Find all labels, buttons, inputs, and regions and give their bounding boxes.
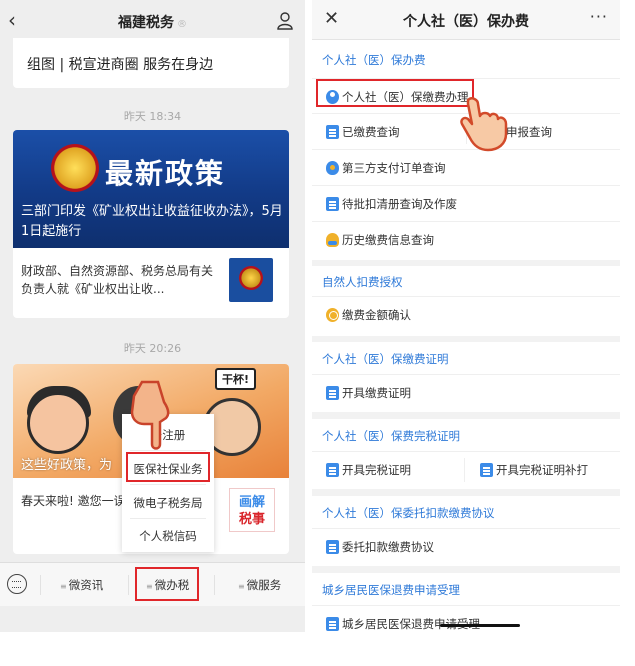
national-emblem-icon (51, 144, 99, 192)
page-right-margin (620, 0, 635, 666)
document-icon (326, 125, 339, 139)
user-profile-icon[interactable] (277, 12, 293, 30)
document-icon (326, 617, 339, 631)
page-header: ✕ 个人社（医）保办费 ··· (312, 0, 620, 40)
highlight-box (316, 79, 474, 107)
article-thumbnail: 画解 税事 (229, 488, 275, 532)
tab-label: 微资讯 (68, 578, 104, 592)
shield-icon (326, 161, 339, 175)
menu-item-micro-e-tax-bureau[interactable]: 微电子税务局 (122, 495, 214, 511)
article-card-policy[interactable]: 最新政策 三部门印发《矿业权出让收益征收办法》，5月1日起施行 财政部、自然资源… (13, 130, 289, 318)
tab-label: 微服务 (246, 578, 282, 592)
policy-banner: 最新政策 三部门印发《矿业权出让收益征收办法》，5月1日起施行 (13, 130, 289, 248)
menu-dots-icon: ≡ (238, 582, 245, 591)
list-item-history-query[interactable]: 历史缴费信息查询 (312, 222, 620, 258)
tab-divider (214, 575, 215, 595)
section-title: 自然人扣费授权 (322, 275, 403, 289)
document-icon (326, 197, 339, 211)
tab-divider (40, 575, 41, 595)
list-item-pending-batch-query[interactable]: 待批扣清册查询及作废 (312, 186, 620, 222)
item-label: 开具缴费证明 (342, 386, 411, 400)
bottom-spacer (0, 606, 305, 632)
page-title: 个人社（医）保办费 (403, 14, 529, 30)
pointing-hand-icon (460, 97, 508, 152)
pointing-hand-icon (130, 380, 170, 450)
list-item-amount-confirm[interactable]: 缴费金额确认 (312, 296, 620, 332)
section-title: 个人社（医）保费完税证明 (322, 429, 460, 443)
tab-divider (128, 575, 129, 595)
article-summary: 春天来啦! 邀您一误 (21, 494, 126, 508)
list-item-refund-application[interactable]: 城乡居民医保退费申请受理 (312, 605, 620, 632)
list-item-tax-certificate[interactable]: 开具完税证明 (342, 462, 411, 478)
list-item-tax-certificate-reprint[interactable]: 开具完税证明补打 (496, 462, 588, 478)
document-icon (326, 463, 339, 477)
document-icon (480, 463, 493, 477)
section-panel: 个人社（医）保缴费证明 开具缴费证明 (312, 342, 620, 412)
coin-icon (326, 308, 339, 322)
list-item-entrusted-deduction[interactable]: 委托扣款缴费协议 (312, 528, 620, 564)
section-title: 个人社（医）保委托扣款缴费协议 (322, 506, 495, 520)
section-panel: 个人社（医）保费完税证明 开具完税证明 开具完税证明补打 (312, 419, 620, 489)
speech-bubble: 干杯! (215, 368, 257, 390)
intro-text: 组图 | 税宣进商圈 服务在身边 (27, 57, 214, 73)
highlight-box (135, 567, 199, 601)
chat-title-text: 福建税务 (118, 15, 174, 31)
item-label: 委托扣款缴费协议 (342, 540, 434, 554)
cartoon-figure (27, 392, 89, 454)
section-title: 个人社（医）保办费 (322, 53, 426, 67)
section-title: 城乡居民医保退费申请受理 (322, 583, 460, 597)
timestamp: 昨天 20:26 (123, 342, 182, 355)
scroll-indicator (440, 624, 520, 627)
highlight-box (126, 452, 210, 482)
menu-divider (130, 484, 206, 485)
hand-coin-icon (326, 233, 339, 247)
list-item-payment-certificate[interactable]: 开具缴费证明 (312, 374, 620, 410)
thumb-text: 画解 (238, 495, 265, 510)
timestamp: 昨天 18:34 (123, 110, 182, 123)
registered-mark: ® (177, 19, 187, 30)
more-options-icon[interactable]: ··· (590, 7, 608, 26)
document-icon (326, 540, 339, 554)
tab-services[interactable]: ≡ 微服务 (238, 577, 281, 593)
menu-divider (130, 518, 206, 519)
menu-dots-icon: ≡ (60, 582, 67, 591)
chat-title: 福建税务 ® (0, 12, 305, 32)
list-item-paid-query[interactable]: 已缴费查询 (342, 124, 400, 140)
section-title: 个人社（医）保缴费证明 (322, 352, 449, 366)
article-summary: 财政部、自然资源部、税务总局有关负责人就《矿业权出让收... (21, 264, 214, 296)
section-panel: 个人社（医）保委托扣款缴费协议 委托扣款缴费协议 (312, 496, 620, 566)
list-item-third-party-order-query[interactable]: 第三方支付订单查询 (312, 150, 620, 186)
thumb-text: 税事 (238, 512, 265, 527)
column-divider (464, 458, 465, 482)
document-icon (326, 386, 339, 400)
item-label: 缴费金额确认 (342, 308, 411, 322)
item-label: 第三方支付订单查询 (342, 161, 446, 175)
banner-caption: 这些好政策，为 (21, 458, 113, 473)
banner-title: 最新政策 (105, 157, 226, 190)
left-phone-screen: ‹ 福建税务 ® 组图 | 税宣进商圈 服务在身边 昨天 18:34 最新政策 三… (0, 0, 305, 632)
keyboard-toggle-icon[interactable] (7, 574, 27, 594)
tab-news[interactable]: ≡ 微资讯 (60, 577, 103, 593)
banner-caption: 三部门印发《矿业权出让收益征收办法》，5月1日起施行 (21, 204, 283, 239)
intro-card[interactable]: 组图 | 税宣进商圈 服务在身边 (13, 38, 289, 88)
page-bottom-margin (0, 632, 635, 666)
item-label: 历史缴费信息查询 (342, 233, 434, 247)
section-panel: 自然人扣费授权 缴费金额确认 (312, 266, 620, 336)
article-thumbnail (229, 258, 273, 302)
list-row: 开具完税证明 开具完税证明补打 (312, 451, 620, 487)
menu-item-personal-tax-code[interactable]: 个人税信码 (122, 528, 214, 544)
item-label: 待批扣清册查询及作废 (342, 197, 457, 211)
